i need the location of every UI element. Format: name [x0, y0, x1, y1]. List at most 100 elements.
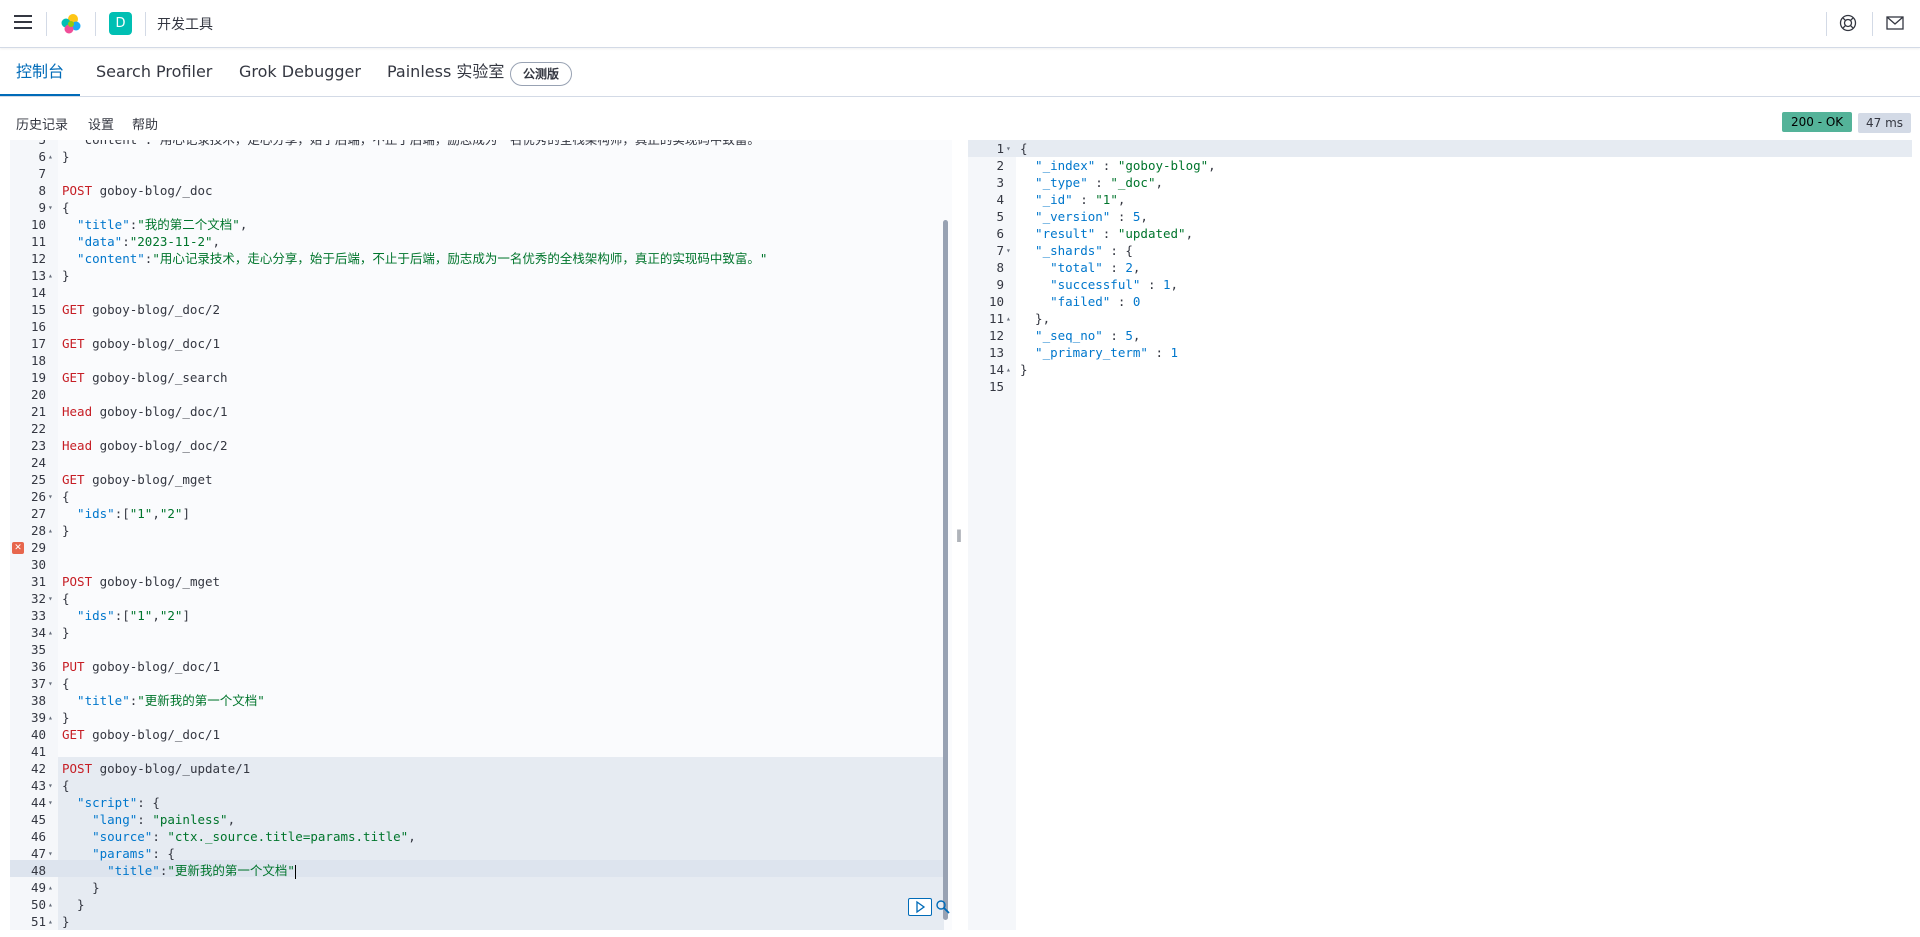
help-link[interactable]: 帮助 — [132, 114, 158, 133]
fold-toggle-icon[interactable]: ▴ — [48, 148, 53, 165]
fold-toggle-icon[interactable]: ▴ — [1006, 310, 1011, 327]
history-link[interactable]: 历史记录 — [16, 114, 68, 133]
code-token: { — [62, 591, 70, 606]
line-number: 2 — [996, 158, 1004, 173]
fold-toggle-icon[interactable]: ▴ — [48, 913, 53, 930]
code-line: 34 ▴} — [10, 624, 944, 641]
fold-toggle-icon[interactable]: ▴ — [48, 709, 53, 726]
code-text: "_version" : 5, — [1020, 208, 1148, 225]
fold-toggle-icon[interactable]: ▾ — [48, 675, 53, 692]
code-token: "total" — [1020, 260, 1103, 275]
code-line: 13 "_primary_term" : 1 — [968, 344, 1902, 361]
fold-toggle-icon[interactable]: ▴ — [48, 267, 53, 284]
fold-toggle-icon[interactable]: ▾ — [1006, 242, 1011, 259]
panel-resizer[interactable]: ‖ — [956, 528, 964, 542]
code-token: "content" — [62, 251, 145, 266]
code-line: 26 ▾ { — [10, 488, 944, 505]
fold-toggle-icon[interactable]: ▾ — [48, 199, 53, 216]
fold-toggle-icon[interactable]: ▾ — [48, 794, 53, 811]
request-editor[interactable]: 5 "content":"用心记录技术，走心分享，始于后端，不止于后端，励志成为… — [10, 140, 952, 930]
line-number: 4 — [996, 192, 1004, 207]
code-line: 46 "source": "ctx._source.title=params.t… — [10, 828, 944, 845]
line-number: 36 — [30, 659, 46, 674]
beta-badge: 公测版 — [510, 62, 573, 86]
code-line: 36 PUT goboy-blog/_doc/1 — [10, 658, 944, 675]
fold-toggle-icon[interactable]: ▴ — [48, 522, 53, 539]
header-divider — [145, 12, 146, 36]
code-token: : — [1140, 277, 1163, 292]
code-text: "_primary_term" : 1 — [1020, 344, 1178, 361]
line-number: 18 — [30, 353, 46, 368]
code-line: 13 ▴} — [10, 267, 944, 284]
code-token: POST — [62, 761, 93, 776]
code-token: POST — [62, 183, 93, 198]
code-line: 17 GET goboy-blog/_doc/1 — [10, 335, 944, 352]
code-token: } — [62, 710, 70, 725]
space-avatar[interactable]: D — [109, 12, 132, 35]
code-line: 25 GET goboy-blog/_mget — [10, 471, 944, 488]
code-token: GET — [62, 472, 85, 487]
fold-toggle-icon[interactable]: ▾ — [48, 845, 53, 862]
settings-link[interactable]: 设置 — [88, 114, 114, 133]
code-line: 24 — [10, 454, 944, 471]
console-toolbar: 历史记录 设置 帮助 — [0, 108, 1920, 138]
fold-toggle-icon[interactable]: ▴ — [1006, 361, 1011, 378]
code-token: , — [1132, 328, 1141, 343]
line-number: 15 — [30, 302, 46, 317]
code-line: 21 Head goboy-blog/_doc/1 — [10, 403, 944, 420]
code-text: GET goboy-blog/_mget — [62, 471, 213, 488]
fold-toggle-icon[interactable]: ▾ — [1006, 140, 1011, 157]
code-token: "更新我的第一个文档" — [167, 863, 295, 878]
elastic-logo-icon[interactable] — [60, 13, 82, 35]
breadcrumb: 开发工具 — [157, 17, 213, 33]
code-line: 33 "ids":["1","2"] — [10, 607, 944, 624]
code-token: Head — [62, 404, 93, 419]
code-line: 6 ▴} — [10, 148, 944, 165]
code-token: :[ — [114, 608, 130, 623]
code-token: "failed" — [1020, 294, 1111, 309]
code-token: }, — [1020, 311, 1051, 326]
code-token: } — [62, 268, 70, 283]
fold-toggle-icon[interactable]: ▾ — [48, 777, 53, 794]
code-text: { — [1020, 140, 1028, 157]
newsfeed-icon[interactable] — [1886, 15, 1904, 31]
line-number: 15 — [988, 379, 1004, 394]
code-token: { — [1020, 141, 1028, 156]
header-divider — [1872, 12, 1873, 36]
code-text: "total" : 2, — [1020, 259, 1140, 276]
code-token: "updated" — [1117, 226, 1186, 241]
tab-grok-debugger[interactable]: Grok Debugger — [239, 48, 361, 96]
code-token: } — [62, 914, 70, 929]
header-divider — [46, 12, 47, 36]
fold-toggle-icon[interactable]: ▴ — [48, 896, 53, 913]
line-number: 40 — [30, 727, 46, 742]
tab-painless-lab[interactable]: Painless 实验室 — [387, 48, 504, 96]
wrench-icon[interactable] — [935, 899, 951, 915]
tab-search-profiler[interactable]: Search Profiler — [96, 48, 212, 96]
code-token: , — [239, 217, 248, 232]
tab-console[interactable]: 控制台 — [0, 48, 81, 96]
editor-scrollbar[interactable] — [943, 220, 948, 920]
line-number: 3 — [996, 175, 1004, 190]
fold-toggle-icon[interactable]: ▴ — [48, 879, 53, 896]
line-number: 17 — [30, 336, 46, 351]
code-text: "data":"2023-11-2", — [62, 233, 220, 250]
status-badge: 200 - OK — [1782, 112, 1853, 132]
code-line: 50 ▴ } — [10, 896, 944, 913]
send-request-button[interactable] — [908, 898, 932, 916]
fold-toggle-icon[interactable]: ▾ — [48, 590, 53, 607]
code-token: "successful" — [1020, 277, 1141, 292]
line-number: 46 — [30, 829, 46, 844]
code-line: 15 — [968, 378, 1902, 395]
code-line: 9 "successful" : 1, — [968, 276, 1902, 293]
code-text: { — [62, 488, 70, 505]
menu-icon[interactable] — [14, 15, 32, 29]
fold-toggle-icon[interactable]: ▾ — [48, 488, 53, 505]
code-token: :[ — [114, 506, 130, 521]
code-text: "content":"用心记录技术，走心分享，始于后端，不止于后端，励志成为一名… — [62, 250, 767, 267]
code-token: "title" — [62, 863, 160, 878]
code-token: "data" — [62, 234, 123, 249]
help-icon[interactable] — [1839, 14, 1857, 32]
fold-toggle-icon[interactable]: ▴ — [48, 624, 53, 641]
header-divider — [95, 12, 96, 36]
